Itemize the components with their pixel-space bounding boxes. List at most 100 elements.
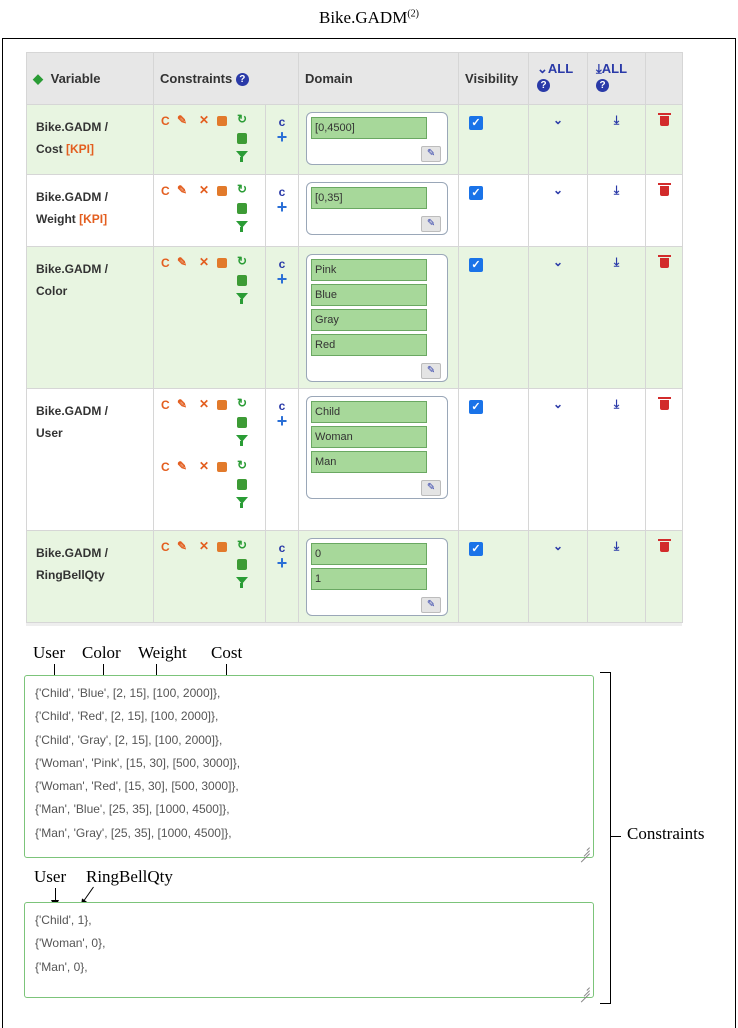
- domain-value[interactable]: [0,4500]: [311, 117, 428, 139]
- check-box-icon[interactable]: [217, 541, 227, 555]
- domain-value[interactable]: [0,35]: [311, 187, 428, 209]
- refresh-icon[interactable]: ↻: [237, 458, 247, 472]
- trash-icon[interactable]: [657, 397, 671, 410]
- edit-domain-button[interactable]: ✎: [421, 216, 442, 232]
- constraint-line: {'Man', 'Gray', [25, 35], [1000, 4500]},: [35, 825, 232, 840]
- domain-value[interactable]: Man: [311, 451, 428, 473]
- header-expand-all[interactable]: ⌄ALL?: [528, 52, 589, 105]
- domain-value[interactable]: 0: [311, 543, 428, 565]
- refresh-icon[interactable]: ↻: [237, 182, 247, 196]
- add-constraint-button[interactable]: +: [267, 554, 297, 572]
- resize-grip-icon[interactable]: [580, 984, 590, 1003]
- c-icon[interactable]: C: [161, 398, 170, 412]
- check-box-icon[interactable]: [217, 257, 227, 271]
- expand-icon[interactable]: ⌄: [528, 174, 589, 247]
- edit-icon[interactable]: ✎: [177, 459, 187, 473]
- variables-panel: ◆ Variable Constraints ? Domain Visibili…: [26, 52, 684, 626]
- visibility-checkbox[interactable]: ✓: [469, 116, 484, 130]
- domain-value[interactable]: Pink: [311, 259, 428, 281]
- visibility-checkbox[interactable]: ✓: [469, 542, 484, 556]
- expand-icon[interactable]: ⌄: [528, 246, 589, 389]
- help-icon[interactable]: ?: [596, 79, 610, 93]
- table-row: Bike.GADM / Color C ✎ ✕ ↻ c + Pink Blue …: [26, 246, 684, 389]
- edit-domain-button[interactable]: ✎: [421, 597, 442, 613]
- visibility-checkbox[interactable]: ✓: [469, 258, 484, 272]
- check-box-icon[interactable]: [217, 461, 227, 475]
- c-icon[interactable]: C: [161, 256, 170, 270]
- trash-icon[interactable]: [657, 539, 671, 552]
- domain-value[interactable]: 1: [311, 568, 428, 590]
- c-icon[interactable]: C: [161, 460, 170, 474]
- header-variable[interactable]: ◆ Variable: [26, 52, 154, 105]
- check-box-icon[interactable]: [217, 115, 227, 129]
- trash-icon[interactable]: [657, 255, 671, 268]
- delete-x-icon[interactable]: ✕: [199, 183, 209, 197]
- edit-icon[interactable]: ✎: [177, 255, 187, 269]
- header-last-all[interactable]: ⤓ALL?: [587, 52, 647, 105]
- add-constraint-button[interactable]: +: [267, 198, 297, 216]
- move-last-icon[interactable]: ⤓: [587, 530, 647, 623]
- delete-x-icon[interactable]: ✕: [199, 459, 209, 473]
- delete-x-icon[interactable]: ✕: [199, 539, 209, 553]
- delete-x-icon[interactable]: ✕: [199, 397, 209, 411]
- brace-tick: [611, 836, 621, 837]
- edit-icon[interactable]: ✎: [177, 539, 187, 553]
- trash-icon[interactable]: [657, 183, 671, 196]
- filter-stem: [240, 227, 243, 232]
- edit-icon[interactable]: ✎: [177, 397, 187, 411]
- delete-x-icon[interactable]: ✕: [199, 255, 209, 269]
- constraint-icons: C ✎ ✕ ↻: [155, 106, 264, 168]
- visibility-checkbox[interactable]: ✓: [469, 400, 484, 414]
- help-icon[interactable]: ?: [537, 79, 551, 93]
- edit-domain-button[interactable]: ✎: [421, 480, 442, 496]
- add-constraint-button[interactable]: +: [267, 412, 297, 430]
- add-constraint-button[interactable]: +: [267, 270, 297, 288]
- expand-icon[interactable]: ⌄: [528, 530, 589, 623]
- c-icon[interactable]: C: [161, 114, 170, 128]
- move-last-icon[interactable]: ⤓: [587, 388, 647, 531]
- edit-domain-button[interactable]: ✎: [421, 146, 442, 162]
- domain-value[interactable]: Child: [311, 401, 428, 423]
- calculator-icon[interactable]: [237, 559, 247, 573]
- check-box-icon[interactable]: [217, 185, 227, 199]
- constraint-textarea-1[interactable]: {'Child', 'Blue', [2, 15], [100, 2000]},…: [24, 675, 594, 863]
- calculator-icon[interactable]: [237, 133, 247, 147]
- expand-icon[interactable]: ⌄: [528, 388, 589, 531]
- check-box-icon[interactable]: [217, 399, 227, 413]
- domain-value[interactable]: Gray: [311, 309, 428, 331]
- delete-x-icon[interactable]: ✕: [199, 113, 209, 127]
- header-domain: Domain: [298, 52, 460, 105]
- calculator-icon[interactable]: [237, 275, 247, 289]
- refresh-icon[interactable]: ↻: [237, 254, 247, 268]
- domain-value[interactable]: Red: [311, 334, 428, 356]
- c-icon[interactable]: C: [161, 540, 170, 554]
- calculator-icon[interactable]: [237, 203, 247, 217]
- move-last-icon[interactable]: ⤓: [587, 174, 647, 247]
- resize-grip-icon[interactable]: [580, 844, 590, 863]
- double-chevron-down-icon: ⌄: [537, 61, 548, 76]
- calculator-icon[interactable]: [237, 479, 247, 493]
- trash-icon[interactable]: [657, 113, 671, 126]
- edit-icon[interactable]: ✎: [177, 183, 187, 197]
- help-icon[interactable]: ?: [235, 73, 249, 87]
- domain-value[interactable]: Woman: [311, 426, 428, 448]
- domain-box: [0,4500] ✎: [306, 112, 449, 165]
- c-icon[interactable]: C: [161, 184, 170, 198]
- add-constraint-button[interactable]: +: [267, 128, 297, 146]
- edit-domain-button[interactable]: ✎: [421, 363, 442, 379]
- constraint-icons: C ✎ ✕ ↻: [155, 452, 264, 514]
- calculator-icon[interactable]: [237, 417, 247, 431]
- refresh-icon[interactable]: ↻: [237, 396, 247, 410]
- filter-stem: [240, 503, 243, 508]
- domain-value[interactable]: Blue: [311, 284, 428, 306]
- move-last-icon[interactable]: ⤓: [587, 246, 647, 389]
- sort-icon[interactable]: ◆: [33, 71, 47, 87]
- refresh-icon[interactable]: ↻: [237, 112, 247, 126]
- expand-icon[interactable]: ⌄: [528, 104, 589, 175]
- table-row: Bike.GADM / Weight [KPI] C ✎ ✕ ↻ c + [0,35…: [26, 174, 684, 247]
- edit-icon[interactable]: ✎: [177, 113, 187, 127]
- refresh-icon[interactable]: ↻: [237, 538, 247, 552]
- move-last-icon[interactable]: ⤓: [587, 104, 647, 175]
- constraint-textarea-2[interactable]: {'Child', 1}, {'Woman', 0}, {'Man', 0},: [24, 902, 594, 1003]
- visibility-checkbox[interactable]: ✓: [469, 186, 484, 200]
